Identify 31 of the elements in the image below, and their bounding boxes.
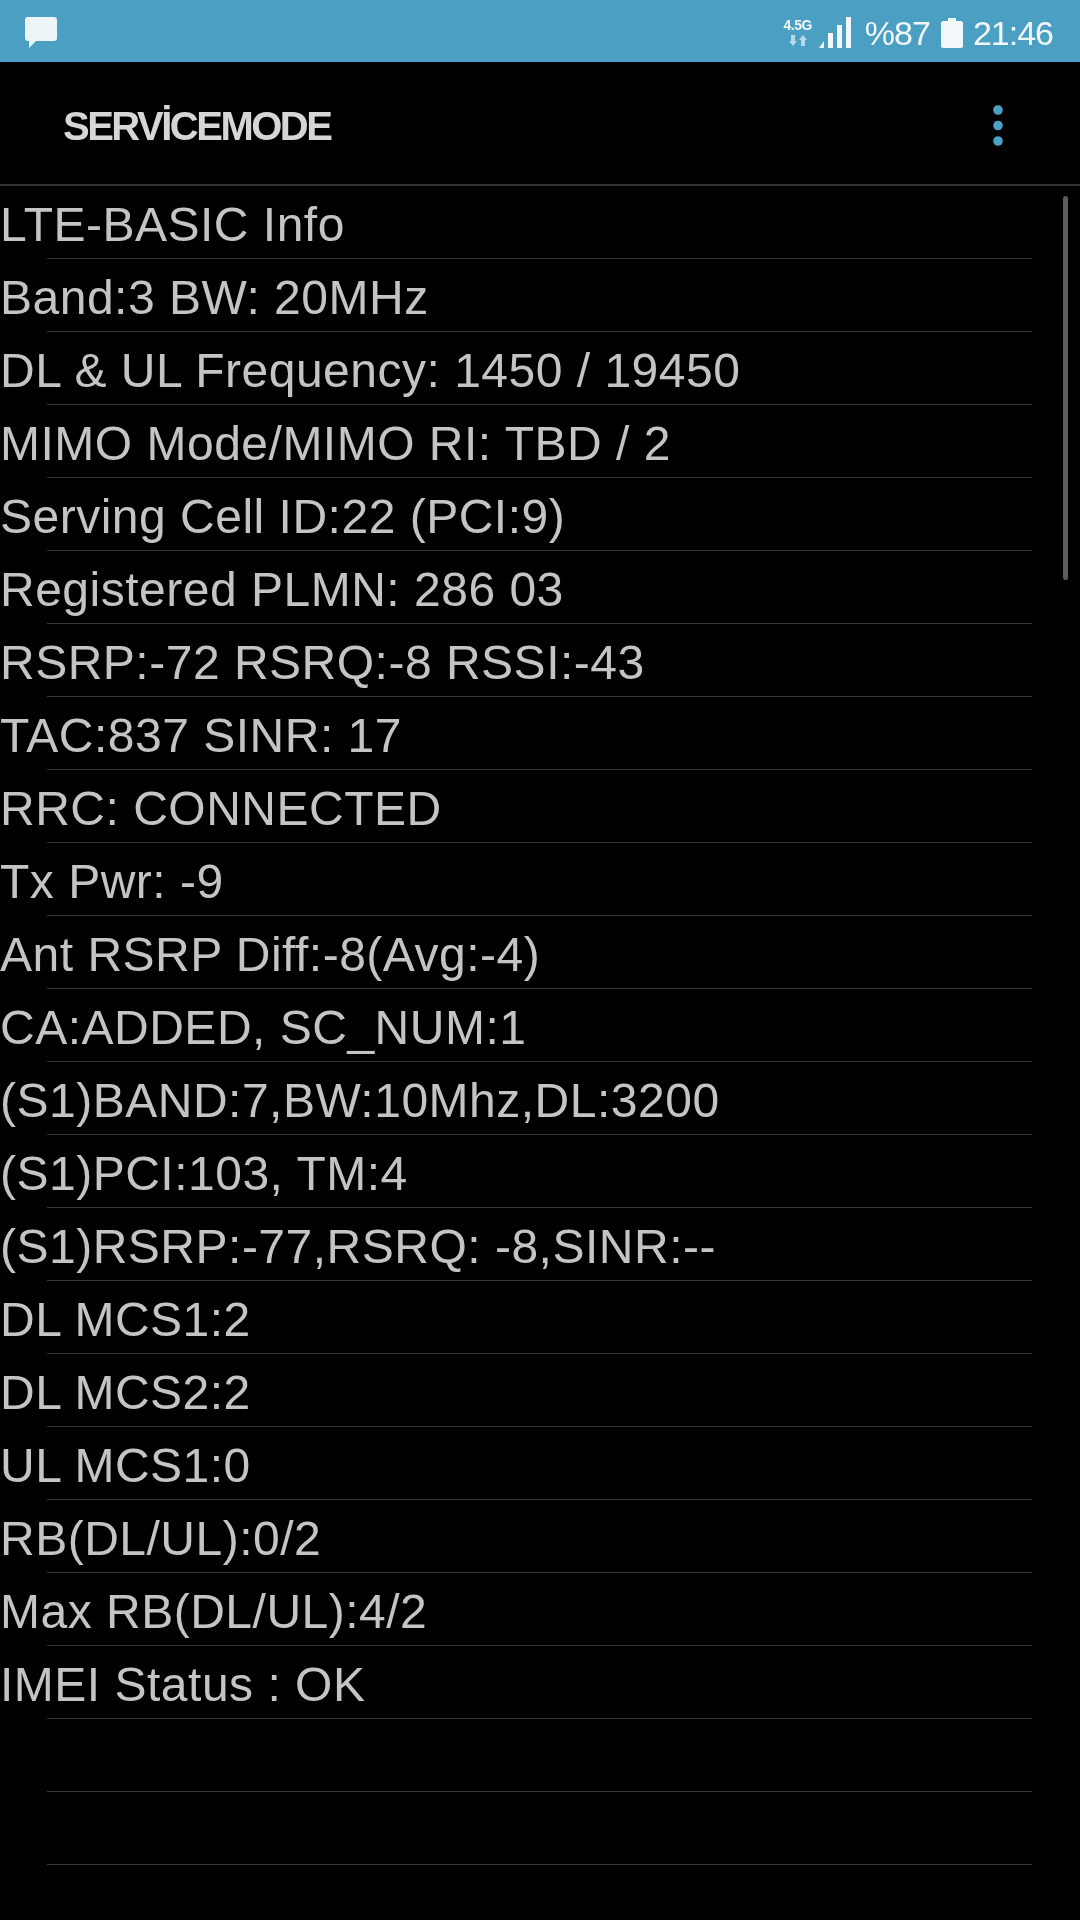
more-options-icon[interactable] bbox=[993, 104, 1003, 146]
data-arrows-icon bbox=[788, 35, 807, 46]
battery-percent: %87 bbox=[864, 13, 930, 53]
info-line: DL MCS2:2 bbox=[0, 1365, 251, 1421]
info-line: UL MCS1:0 bbox=[0, 1438, 251, 1494]
info-line: Registered PLMN: 286 03 bbox=[0, 562, 564, 618]
signal-icon bbox=[818, 16, 853, 48]
clock: 21:46 bbox=[972, 13, 1053, 53]
network-type: 4.5G bbox=[783, 18, 812, 33]
info-line: RRC: CONNECTED bbox=[0, 781, 442, 837]
info-line: TAC:837 SINR: 17 bbox=[0, 708, 402, 764]
app-title: SERVİCEMODE bbox=[63, 103, 331, 150]
info-line: Serving Cell ID:22 (PCI:9) bbox=[0, 489, 566, 545]
battery-icon bbox=[940, 17, 963, 48]
info-line: Tx Pwr: -9 bbox=[0, 854, 224, 910]
info-line: (S1)BAND:7,BW:10Mhz,DL:3200 bbox=[0, 1073, 720, 1129]
info-line: Ant RSRP Diff:-8(Avg:-4) bbox=[0, 927, 541, 983]
scrollbar[interactable] bbox=[1063, 196, 1068, 580]
info-line: LTE-BASIC Info bbox=[0, 197, 345, 253]
info-line: (S1)RSRP:-77,RSRQ: -8,SINR:-- bbox=[0, 1219, 716, 1275]
info-line: (S1)PCI:103, TM:4 bbox=[0, 1146, 408, 1202]
chat-bubble-icon bbox=[25, 16, 57, 48]
info-line: RSRP:-72 RSRQ:-8 RSSI:-43 bbox=[0, 635, 645, 691]
info-line: DL MCS1:2 bbox=[0, 1292, 251, 1348]
info-line: RB(DL/UL):0/2 bbox=[0, 1511, 322, 1567]
info-line: DL & UL Frequency: 1450 / 19450 bbox=[0, 343, 741, 399]
info-line: Band:3 BW: 20MHz bbox=[0, 270, 429, 326]
info-line: IMEI Status : OK bbox=[0, 1657, 366, 1713]
info-line: CA:ADDED, SC_NUM:1 bbox=[0, 1000, 527, 1056]
info-line: Max RB(DL/UL):4/2 bbox=[0, 1584, 428, 1640]
info-line: MIMO Mode/MIMO RI: TBD / 2 bbox=[0, 416, 671, 472]
